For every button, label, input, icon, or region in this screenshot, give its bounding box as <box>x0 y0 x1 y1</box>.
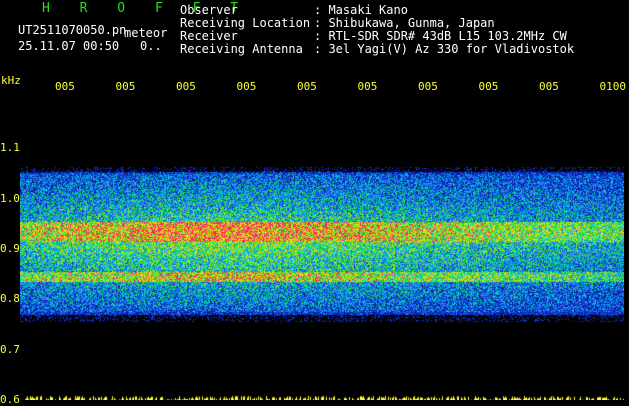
x-tick-label: 005 <box>236 80 257 93</box>
info-value-antenna: : 3el Yagi(V) Az 330 for Vladivostok <box>314 42 575 56</box>
x-tick-label: 005 <box>478 80 499 93</box>
y-tick-label: 1.1 <box>0 141 20 155</box>
x-tick-label: 005 <box>357 80 378 93</box>
filename: UT2511070050.pn <box>18 23 127 37</box>
info-label-antenna: Receiving Antenna <box>180 42 303 56</box>
meteor-count: 0.. <box>140 39 162 53</box>
x-tick-label: 0100 <box>599 80 627 93</box>
y-tick-label: 0.7 <box>0 342 20 356</box>
x-tick-label: 005 <box>297 80 317 93</box>
x-tick-label: 005 <box>418 80 438 93</box>
y-tick-label: 0.8 <box>0 292 20 306</box>
x-tick-label: 005 <box>176 80 196 93</box>
spectrogram-heatmap <box>20 98 624 400</box>
y-tick-label: 0.9 <box>0 242 20 255</box>
x-tick-label: 005 <box>115 80 136 93</box>
y-axis-label: kHz <box>1 74 21 87</box>
y-tick-label: 1.0 <box>0 191 20 205</box>
datetime: 25.11.07 00:50 <box>18 39 120 53</box>
x-tick-label: 005 <box>55 80 75 93</box>
x-tick-label: 005 <box>539 80 559 93</box>
